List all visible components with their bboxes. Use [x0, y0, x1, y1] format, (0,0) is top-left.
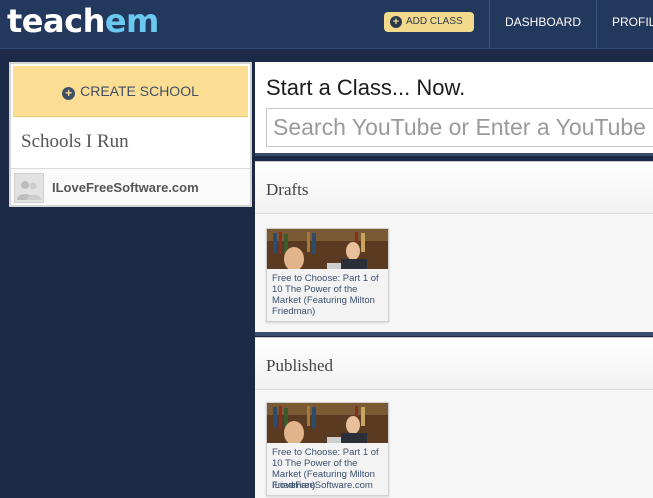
schools-sidebar: + CREATE SCHOOL Schools I Run ILoveFreeSo… [9, 62, 252, 207]
add-class-label: ADD CLASS [406, 16, 463, 27]
drafts-header: Drafts [255, 162, 653, 214]
logo-text-em: em [104, 2, 160, 40]
plus-circle-icon: + [62, 87, 76, 100]
draft-class-title: Free to Choose: Part 1 of 10 The Power o… [272, 273, 379, 317]
nav-divider [596, 0, 597, 48]
create-school-button[interactable]: + CREATE SCHOOL [13, 66, 248, 117]
published-panel: Published Free to Choose: Part 1 of 10 T… [255, 337, 653, 498]
nav-dashboard[interactable]: DASHBOARD [505, 0, 581, 44]
teachem-logo[interactable]: teachem [7, 3, 159, 39]
section-divider [255, 332, 653, 336]
school-name: ILoveFreeSoftware.com [52, 180, 199, 195]
published-class-card[interactable]: Free to Choose: Part 1 of 10 The Power o… [266, 402, 389, 496]
school-list-item[interactable]: ILoveFreeSoftware.com [11, 169, 250, 205]
video-thumbnail [267, 229, 388, 269]
published-class-school: ILoveFreeSoftware.com [272, 480, 373, 491]
youtube-search-input[interactable] [266, 108, 653, 147]
start-class-panel: Start a Class... Now. [255, 62, 653, 156]
published-header: Published [255, 338, 653, 390]
published-title: Published [266, 356, 334, 375]
nav-profile[interactable]: PROFILE [612, 0, 653, 44]
nav-divider [489, 0, 490, 48]
top-navigation-bar: teachem + ADD CLASS DASHBOARD PROFILE [0, 0, 653, 49]
video-thumbnail [267, 403, 388, 443]
drafts-panel: Drafts Free to Choose: Part 1 of 10 The … [255, 161, 653, 332]
users-avatar-icon [14, 173, 44, 203]
drafts-title: Drafts [266, 180, 309, 199]
draft-class-card[interactable]: Free to Choose: Part 1 of 10 The Power o… [266, 228, 389, 322]
page-title: Start a Class... Now. [266, 75, 466, 100]
logo-text-teach: teach [7, 2, 105, 40]
add-class-button[interactable]: + ADD CLASS [384, 12, 474, 32]
create-school-label: CREATE SCHOOL [80, 83, 199, 99]
schools-i-run-heading: Schools I Run [21, 131, 129, 152]
plus-circle-icon: + [390, 16, 402, 28]
